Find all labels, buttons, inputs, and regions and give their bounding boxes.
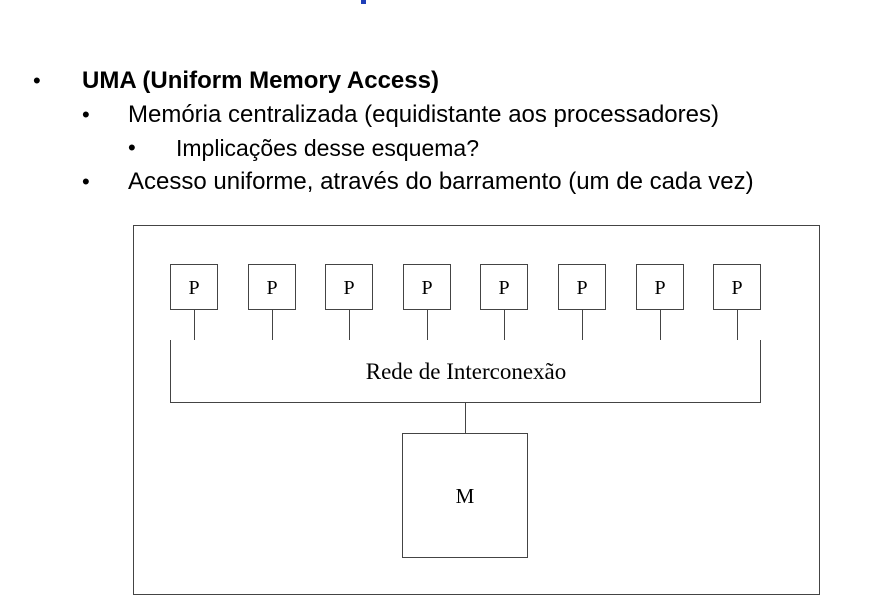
processor-label: P [421, 277, 432, 299]
processor-label: P [654, 277, 665, 299]
processor-label: P [266, 277, 277, 299]
memory-label: M [456, 484, 475, 508]
interconnect-label: Rede de Interconexão [366, 359, 567, 384]
uma-diagram: P P P P P P P P Rede de Interconexão M [133, 225, 820, 595]
processor-label: P [731, 277, 742, 299]
processor-label: P [576, 277, 587, 299]
diagram-frame [133, 225, 820, 595]
processor-group: PPPPPPPP [170, 264, 761, 340]
processor-label: P [188, 277, 199, 299]
processor-label: P [343, 277, 354, 299]
processor-label: P [498, 277, 509, 299]
